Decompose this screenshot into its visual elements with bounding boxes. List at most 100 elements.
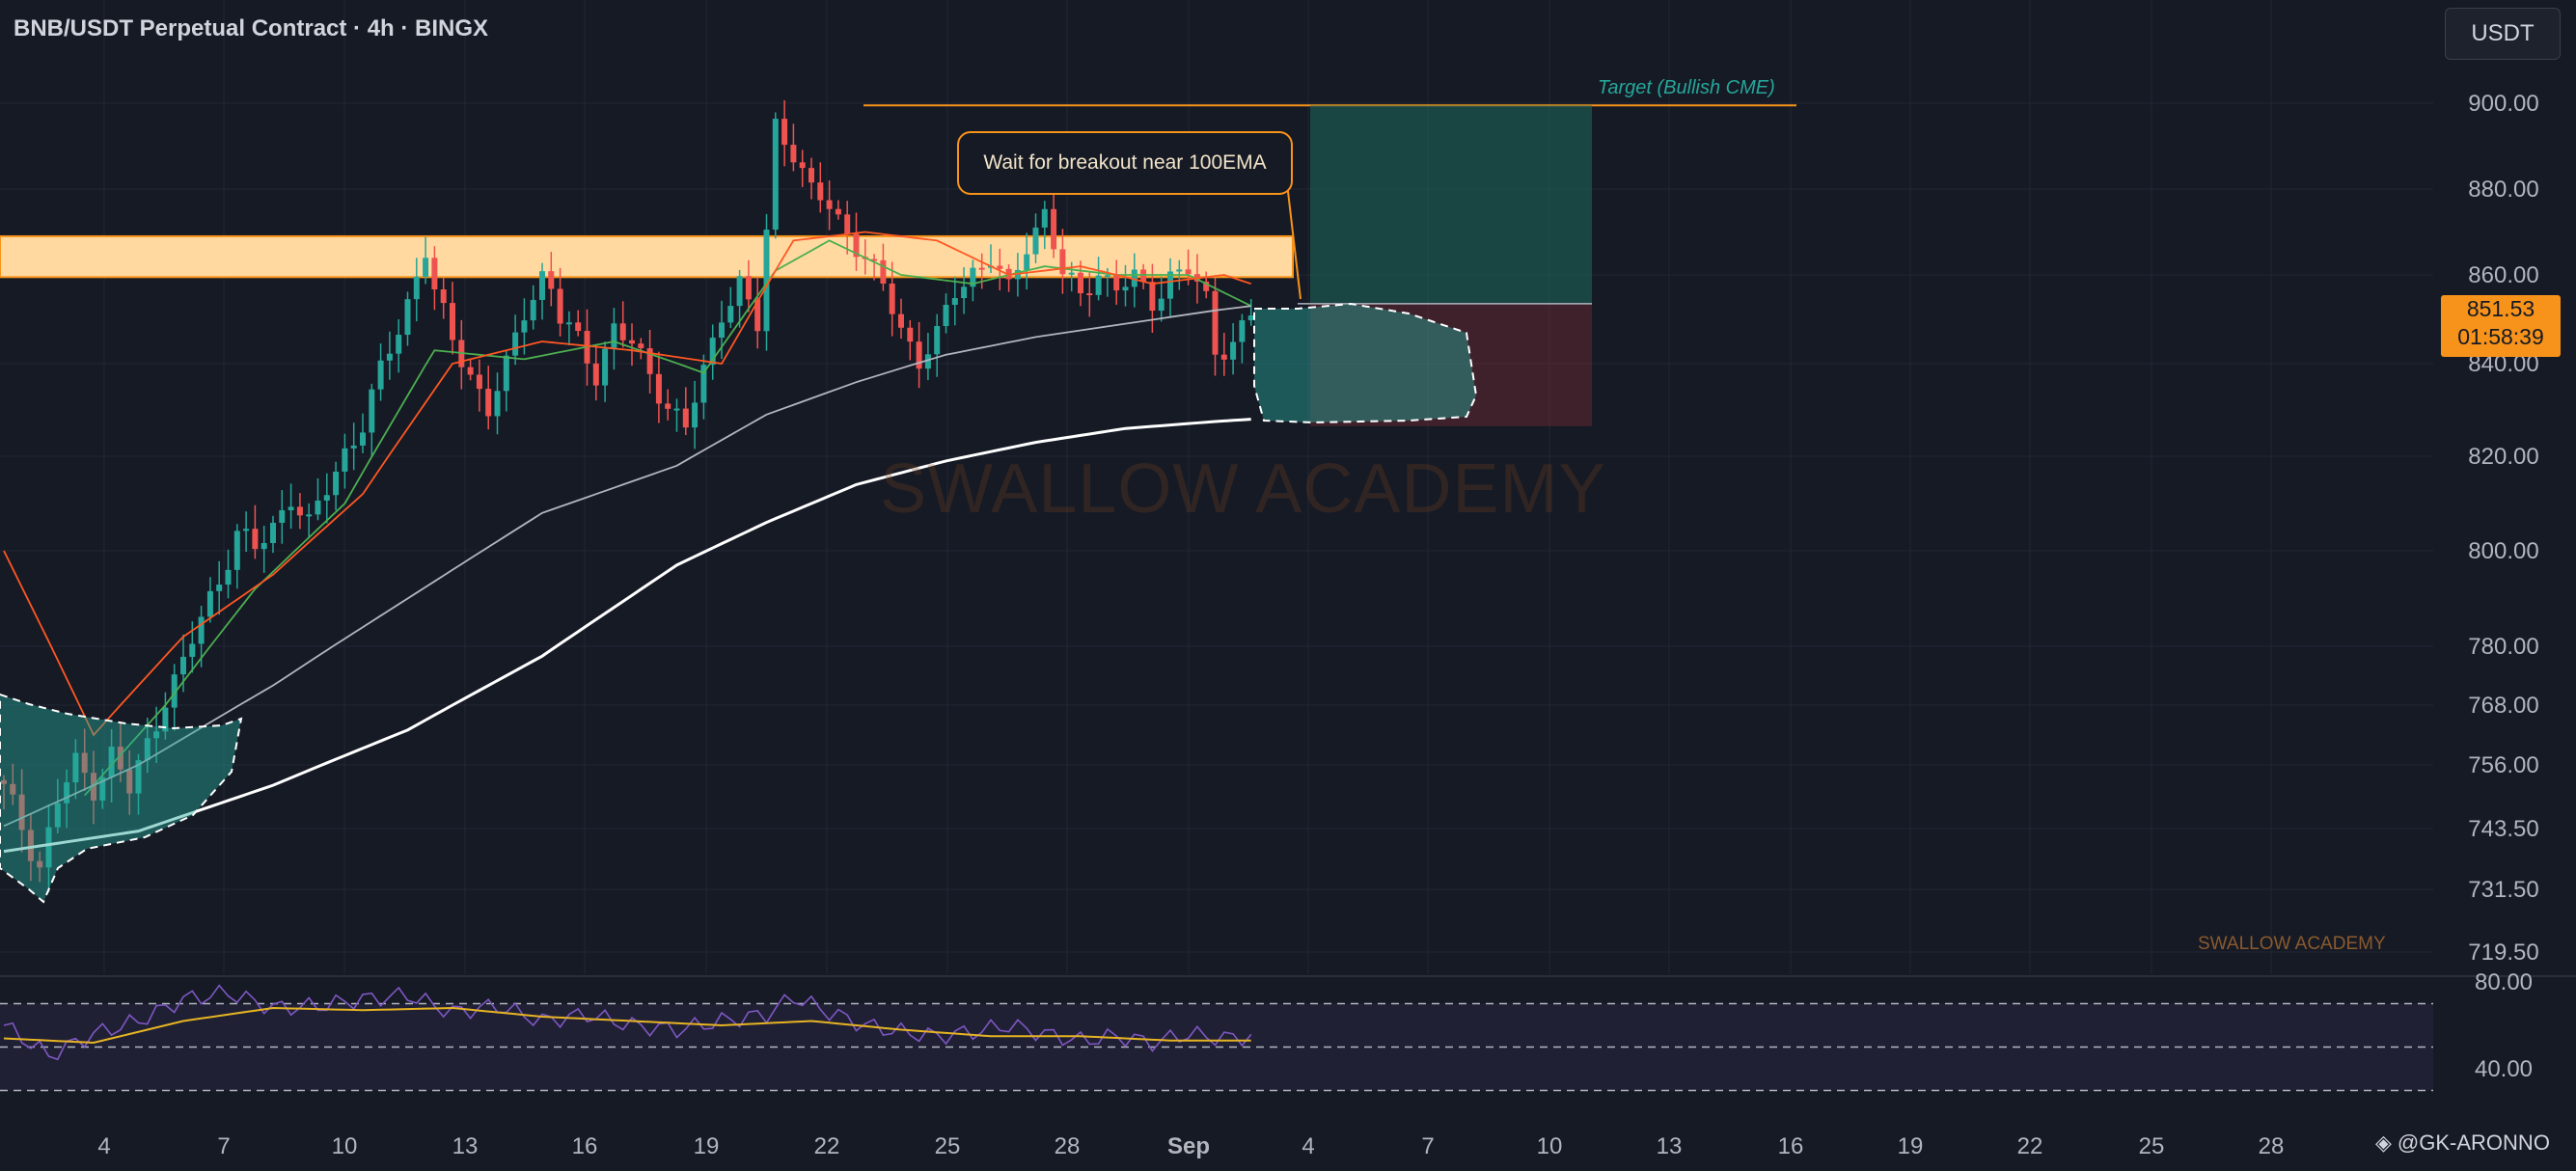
candle-body: [692, 402, 699, 428]
candle-body: [745, 276, 752, 300]
candle-body: [360, 432, 366, 446]
candle-body: [296, 506, 303, 516]
candle-body: [1032, 227, 1039, 255]
candle-body: [530, 299, 536, 321]
chart-zones: [0, 104, 1796, 426]
candle-body: [279, 509, 286, 523]
breakout-callout[interactable]: Wait for breakout near 100EMA: [957, 131, 1293, 195]
candle-body: [736, 276, 743, 307]
candle-body: [826, 200, 833, 209]
candle-body: [1104, 275, 1110, 278]
chart-title: BNB/USDT Perpetual Contract · 4h · BINGX: [14, 15, 489, 41]
candle-body: [539, 271, 545, 300]
y-tick-label: 743.50: [2468, 816, 2538, 842]
candle-body: [431, 258, 438, 290]
y-tick-label: 800.00: [2468, 538, 2538, 564]
watermark-large: SWALLOW ACADEMY: [880, 450, 1606, 528]
candle-body: [772, 119, 779, 231]
x-tick-label: 19: [1898, 1133, 1924, 1159]
candle-body: [557, 288, 563, 324]
candle-body: [575, 322, 582, 332]
y-tick-label: 860.00: [2468, 262, 2538, 288]
last-price-value: 851.53: [2466, 296, 2535, 321]
candle-body: [1158, 298, 1165, 312]
candle-body: [1095, 275, 1102, 295]
author-signature: ◈ @GK-ARONNO: [2375, 1130, 2550, 1156]
target-label: Target (Bullish CME): [1598, 77, 1775, 98]
candle-body: [1212, 290, 1219, 355]
candle-body: [1220, 354, 1227, 360]
candle-body: [1086, 293, 1093, 296]
x-tick-label: 28: [1055, 1133, 1081, 1159]
candle-body: [844, 214, 851, 234]
x-tick-label: 4: [97, 1133, 110, 1159]
candle-body: [521, 320, 528, 333]
y-tick-label: 820.00: [2468, 444, 2538, 470]
candle-body: [306, 514, 313, 517]
author-name: @GK-ARONNO: [2397, 1130, 2550, 1155]
candle-body: [423, 258, 429, 277]
currency-button[interactable]: USDT: [2445, 8, 2561, 60]
candle-body: [898, 313, 904, 328]
candle-body: [889, 284, 895, 314]
x-tick-label: 10: [332, 1133, 358, 1159]
candle-body: [817, 182, 824, 201]
candle-body: [934, 326, 941, 355]
candle-body: [951, 298, 958, 306]
candle-body: [369, 389, 375, 433]
candle-body: [611, 323, 617, 349]
candle-body: [450, 303, 455, 340]
x-tick-label: 16: [1778, 1133, 1804, 1159]
candle-body: [592, 363, 599, 386]
candle-body: [655, 373, 662, 404]
x-tick-label: Sep: [1167, 1133, 1210, 1159]
candle-body: [440, 289, 447, 304]
candle-body: [377, 360, 384, 390]
candle-body: [189, 643, 196, 657]
candle-body: [673, 408, 680, 411]
y-tick-label: 768.00: [2468, 693, 2538, 719]
candle-body: [1247, 315, 1254, 321]
candle-body: [270, 522, 276, 543]
candle-body: [243, 529, 250, 531]
candle-body: [997, 265, 1003, 269]
candle-body: [602, 348, 609, 386]
x-tick-label: 16: [572, 1133, 598, 1159]
candle-body: [333, 471, 340, 496]
candle-body: [260, 542, 267, 550]
candle-body: [638, 343, 644, 349]
candle-body: [808, 168, 814, 183]
rsi-tick-label: 80.00: [2475, 969, 2533, 995]
candle-body: [512, 332, 519, 356]
x-tick-label: 19: [694, 1133, 720, 1159]
candle-body: [682, 408, 689, 428]
candle-body: [1122, 286, 1129, 291]
candle-body: [323, 495, 330, 501]
candle-body: [396, 335, 402, 354]
candle-body: [315, 500, 321, 515]
x-tick-label: 7: [217, 1133, 230, 1159]
x-tick-label: 25: [935, 1133, 961, 1159]
candle-body: [790, 145, 797, 163]
candle-body: [198, 616, 205, 644]
last-price-tag: 851.53 01:58:39: [2441, 295, 2561, 357]
candle-body: [961, 286, 968, 299]
x-tick-label: 25: [2139, 1133, 2165, 1159]
candle-body: [467, 367, 474, 375]
y-tick-label: 719.50: [2468, 940, 2538, 966]
rsi-tick-label: 40.00: [2475, 1056, 2533, 1082]
candle-body: [943, 305, 949, 327]
candle-body: [1078, 272, 1083, 294]
candle-body: [1059, 249, 1066, 275]
candle-body: [978, 267, 985, 270]
candle-body: [206, 590, 213, 617]
candle-body: [619, 323, 626, 340]
candle-body: [781, 119, 788, 146]
x-tick-label: 13: [1657, 1133, 1683, 1159]
profit-zone: [1310, 105, 1592, 304]
candle-body: [225, 569, 232, 586]
candle-body: [835, 208, 841, 215]
candle-body: [719, 322, 725, 339]
candle-body: [476, 374, 482, 390]
candle-body: [252, 529, 259, 550]
